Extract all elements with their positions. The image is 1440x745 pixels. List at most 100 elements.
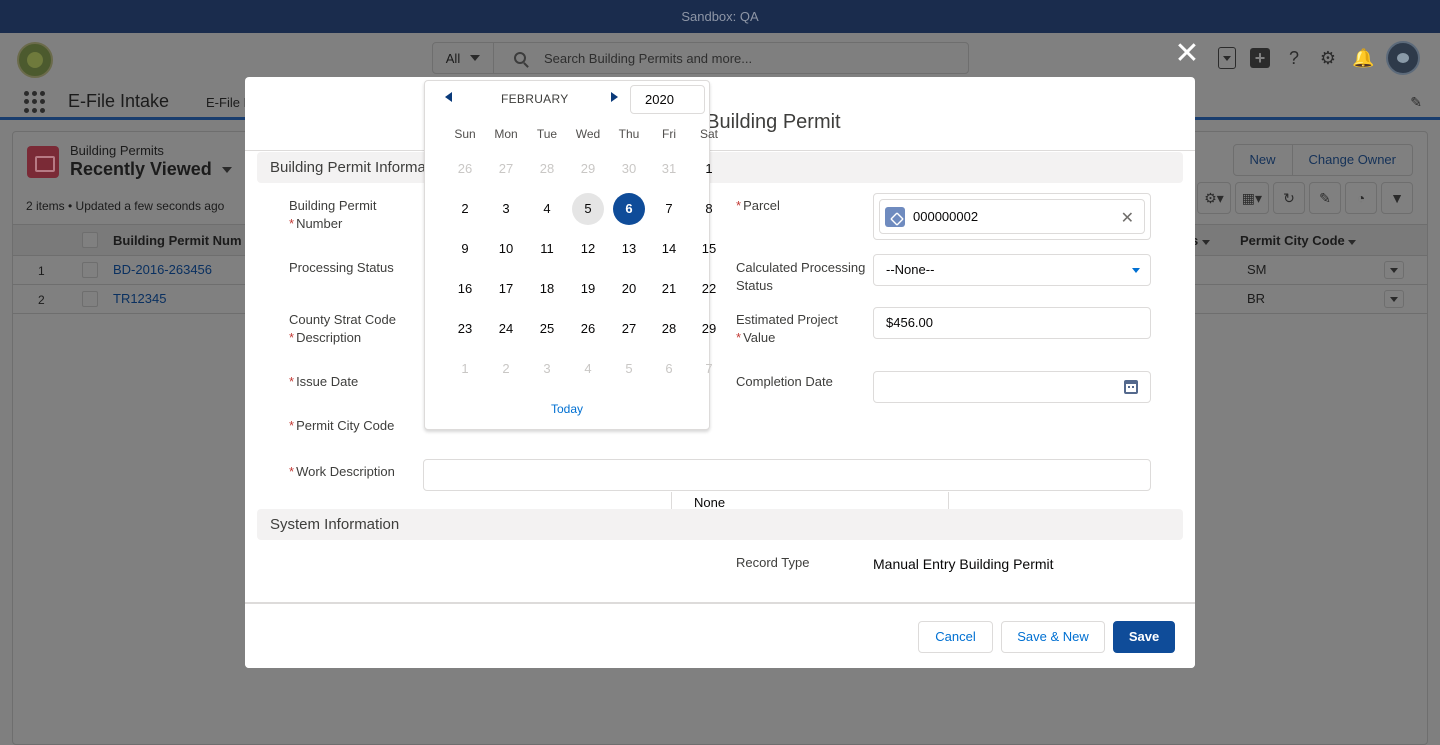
list-view-selector[interactable]: Recently Viewed (70, 159, 232, 180)
calendar-day[interactable]: 3 (490, 193, 522, 225)
calendar-day[interactable]: 7 (693, 353, 725, 385)
completion-date-input[interactable] (873, 371, 1151, 403)
calendar-day[interactable]: 9 (449, 233, 481, 265)
calendar-day[interactable]: 27 (490, 153, 522, 185)
row-checkbox[interactable] (82, 291, 98, 307)
nav-tab-e-file[interactable]: E-File I (206, 95, 247, 110)
work-description-label: * Work Description (289, 464, 395, 479)
select-all-checkbox[interactable] (82, 232, 98, 248)
calendar-day[interactable]: 1 (693, 153, 725, 185)
calendar-day[interactable]: 10 (490, 233, 522, 265)
calendar-day[interactable]: 29 (572, 153, 604, 185)
calendar-day[interactable]: 21 (653, 273, 685, 305)
cancel-button[interactable]: Cancel (918, 621, 993, 653)
calendar-day[interactable]: 18 (531, 273, 563, 305)
estimated-project-value-label: Estimated Project * Value (736, 312, 838, 345)
calendar-day[interactable]: 3 (531, 353, 563, 385)
calendar-day[interactable]: 4 (531, 193, 563, 225)
favorites-icon[interactable] (1218, 47, 1236, 69)
calendar-day[interactable]: 23 (449, 313, 481, 345)
column-building-permit-number[interactable]: Building Permit Num (113, 233, 242, 248)
avatar[interactable] (1386, 41, 1420, 75)
row-actions-menu[interactable] (1384, 290, 1404, 308)
calc-processing-status-label: Calculated Processing Status (736, 260, 866, 293)
calendar-day[interactable]: 24 (490, 313, 522, 345)
column-permit-city-code[interactable]: Permit City Code (1240, 233, 1357, 248)
chart-icon[interactable]: ◔ (1345, 182, 1377, 214)
calendar-day[interactable]: 29 (693, 313, 725, 345)
save-button[interactable]: Save (1113, 621, 1175, 653)
refresh-icon[interactable]: ↻ (1273, 182, 1305, 214)
row-actions-menu[interactable] (1384, 261, 1404, 279)
calendar-day[interactable]: 26 (449, 153, 481, 185)
calendar-day[interactable]: 30 (613, 153, 645, 185)
display-as-icon[interactable]: ▦▾ (1234, 182, 1269, 214)
calendar-day[interactable]: 4 (572, 353, 604, 385)
calendar-day[interactable]: 6 (613, 193, 645, 225)
year-select[interactable]: 2020 (630, 85, 705, 114)
weekday-header: Sat (699, 127, 718, 141)
filter-icon[interactable]: ▼ (1381, 182, 1413, 214)
estimated-project-value-input[interactable]: $456.00 (873, 307, 1151, 339)
global-actions-icon[interactable]: + (1250, 48, 1270, 68)
close-icon[interactable]: ✕ (1172, 39, 1202, 70)
pencil-icon[interactable]: ✎ (1410, 94, 1422, 111)
row-number: 2 (38, 293, 45, 307)
calendar-day[interactable]: 1 (449, 353, 481, 385)
permit-link[interactable]: BD-2016-263456 (113, 262, 212, 277)
calendar-day[interactable]: 2 (449, 193, 481, 225)
next-month-icon[interactable] (611, 92, 618, 102)
section-system-information[interactable]: System Information (257, 509, 1183, 540)
search-scope-select[interactable]: All (433, 43, 494, 73)
calendar-day[interactable]: 27 (613, 313, 645, 345)
calendar-day[interactable]: 5 (572, 193, 604, 225)
save-new-button[interactable]: Save & New (1001, 621, 1105, 653)
calendar-day[interactable]: 2 (490, 353, 522, 385)
calendar-day[interactable]: 25 (531, 313, 563, 345)
calc-processing-status-select[interactable]: --None-- (873, 254, 1151, 286)
chevron-down-icon (221, 166, 232, 173)
calendar-day[interactable]: 11 (531, 233, 563, 265)
calendar-day[interactable]: 31 (653, 153, 685, 185)
parcel-value: 000000002 (913, 209, 979, 224)
calendar-day[interactable]: 22 (693, 273, 725, 305)
new-button[interactable]: New (1232, 144, 1293, 176)
app-launcher-icon[interactable] (24, 91, 46, 113)
work-description-input[interactable] (423, 459, 1151, 491)
parcel-pill[interactable]: 000000002 ✕ (879, 199, 1145, 234)
calendar-day[interactable]: 28 (531, 153, 563, 185)
help-icon[interactable]: ? (1284, 48, 1304, 68)
change-owner-button[interactable]: Change Owner (1292, 144, 1413, 176)
search-input[interactable]: Search Building Permits and more... (544, 51, 752, 66)
edit-icon[interactable]: ✎ (1309, 182, 1341, 214)
calendar-day[interactable]: 20 (613, 273, 645, 305)
calendar-day[interactable]: 14 (653, 233, 685, 265)
calendar-day[interactable]: 26 (572, 313, 604, 345)
calendar-day[interactable]: 17 (490, 273, 522, 305)
settings-icon[interactable]: ⚙▾ (1197, 182, 1231, 214)
clear-icon[interactable]: ✕ (1121, 208, 1134, 228)
record-type-value: Manual Entry Building Permit (873, 556, 1054, 572)
calendar-day[interactable]: 15 (693, 233, 725, 265)
calendar-day[interactable]: 5 (613, 353, 645, 385)
bell-icon[interactable]: 🔔 (1352, 48, 1374, 68)
calendar-day[interactable]: 8 (693, 193, 725, 225)
previous-month-icon[interactable] (445, 92, 452, 102)
calendar-day[interactable]: 28 (653, 313, 685, 345)
calendar-icon[interactable] (1124, 380, 1138, 394)
calendar-day[interactable]: 16 (449, 273, 481, 305)
month-label: FEBRUARY (501, 92, 569, 106)
row-checkbox[interactable] (82, 262, 98, 278)
permit-city-code-cell: SM (1247, 262, 1267, 277)
parcel-lookup[interactable]: 000000002 ✕ (873, 193, 1151, 240)
building-permit-object-icon (27, 146, 59, 178)
calendar-day[interactable]: 13 (613, 233, 645, 265)
permit-link[interactable]: TR12345 (113, 291, 166, 306)
chevron-down-icon (470, 55, 481, 61)
calendar-day[interactable]: 12 (572, 233, 604, 265)
gear-icon[interactable]: ⚙ (1318, 48, 1338, 68)
calendar-day[interactable]: 19 (572, 273, 604, 305)
calendar-day[interactable]: 6 (653, 353, 685, 385)
today-link[interactable]: Today (425, 402, 709, 416)
calendar-day[interactable]: 7 (653, 193, 685, 225)
